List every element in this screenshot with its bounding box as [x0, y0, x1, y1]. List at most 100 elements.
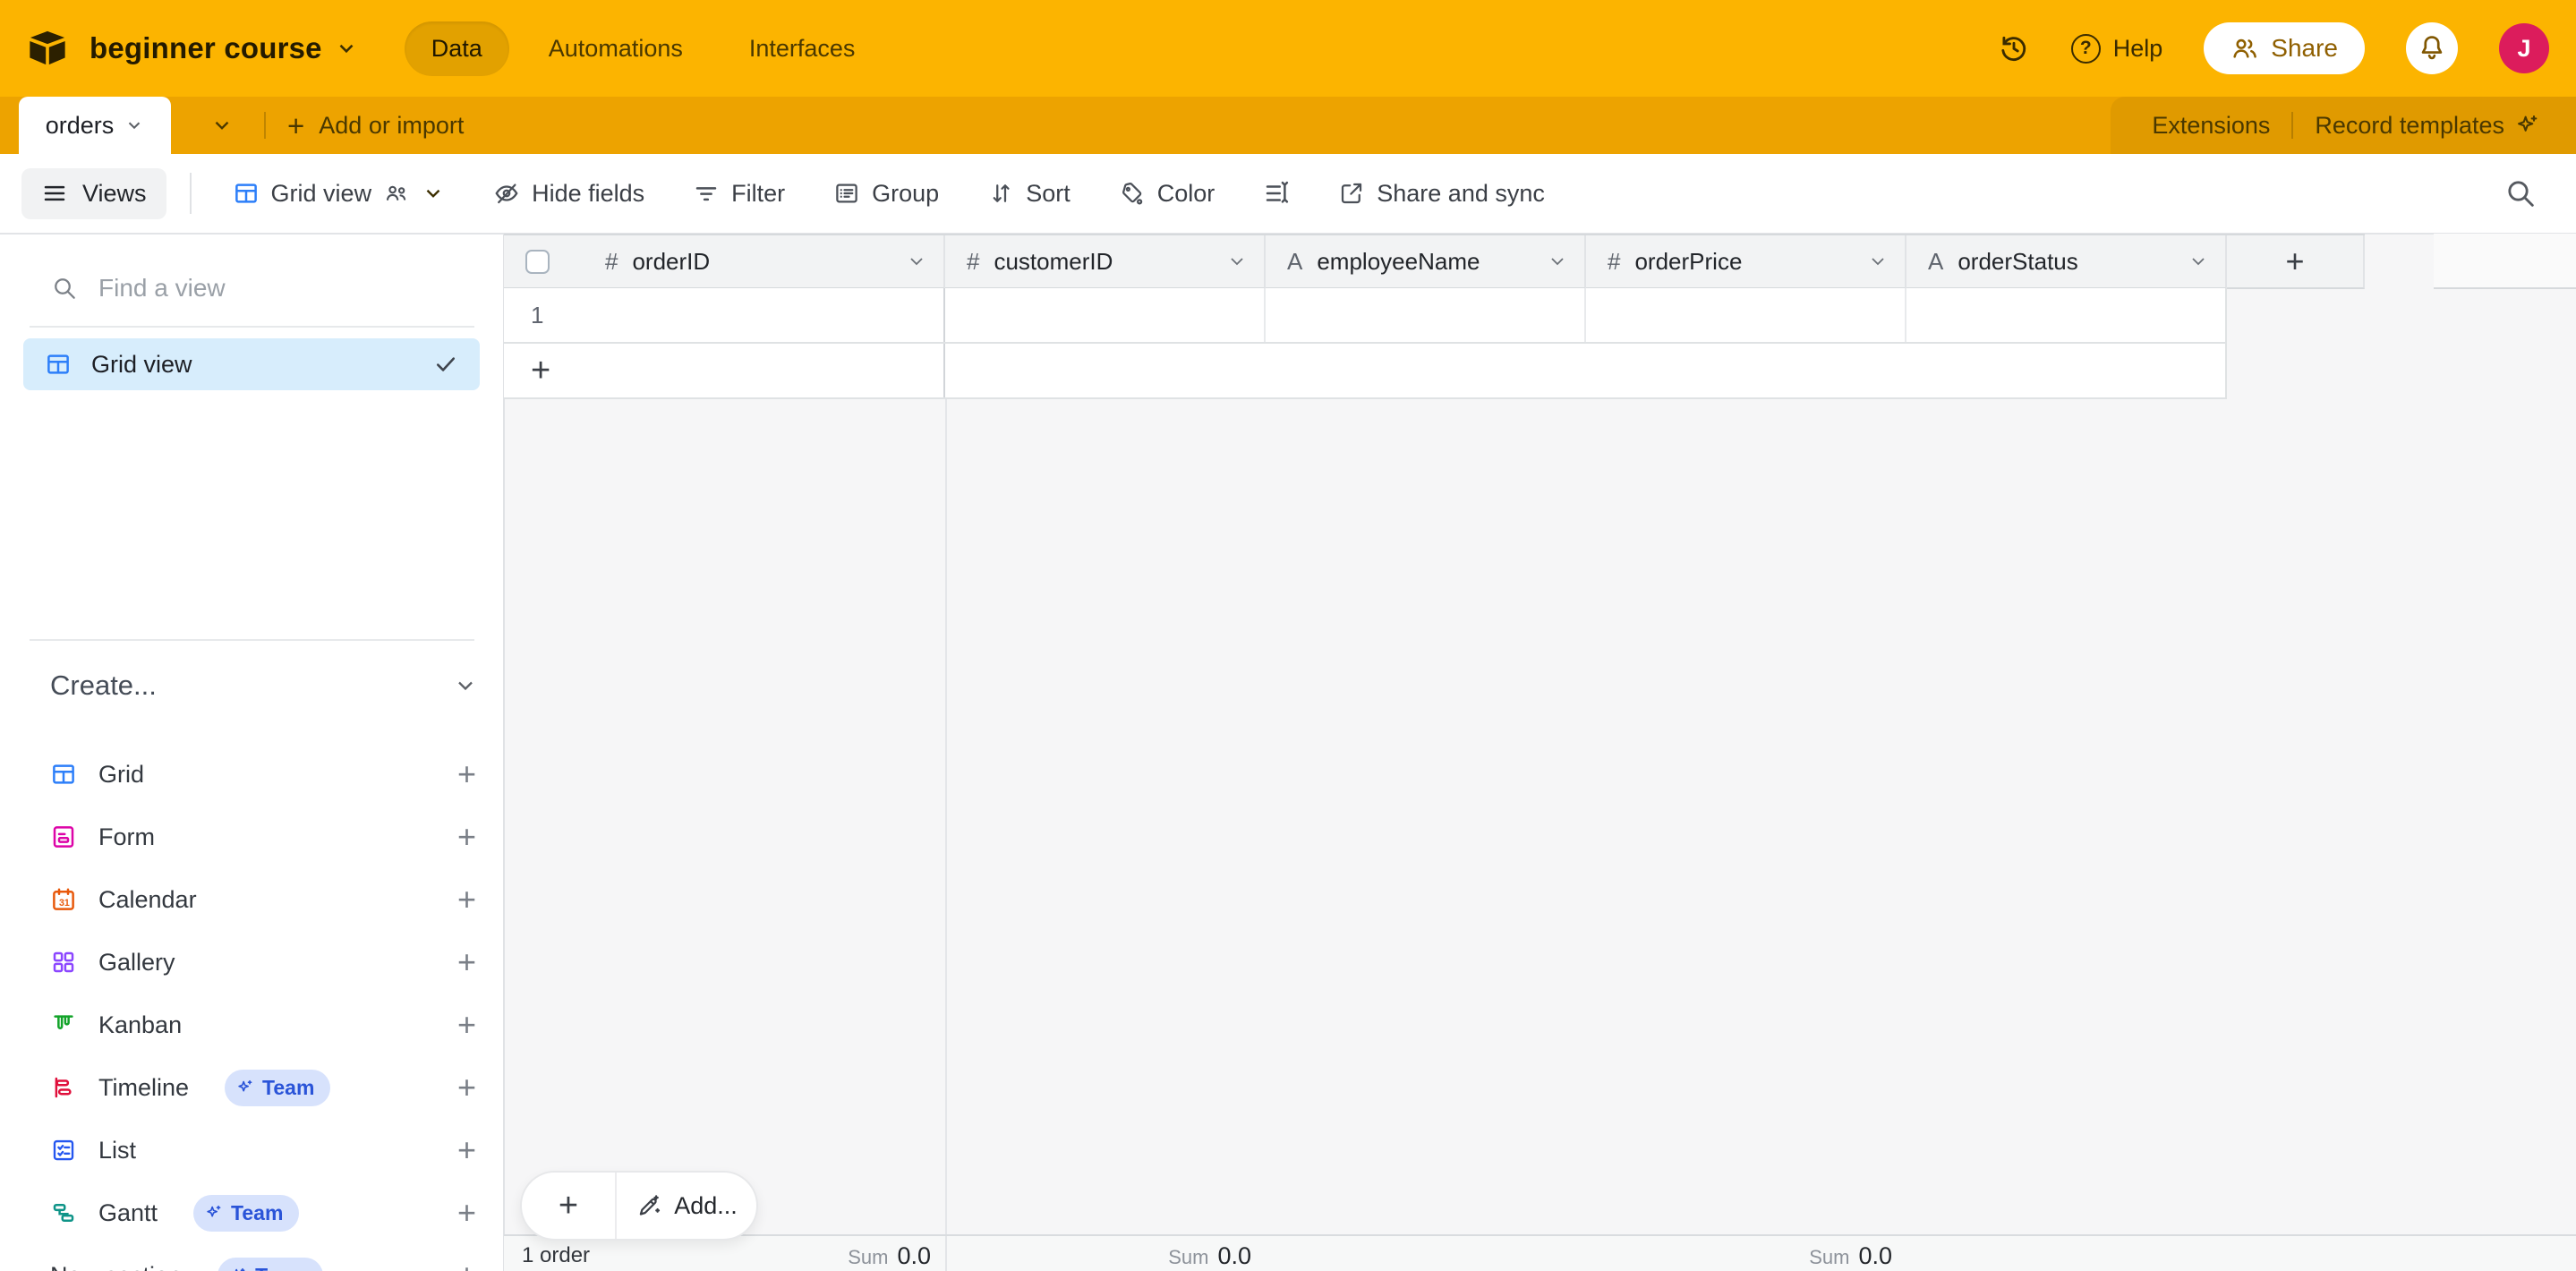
grid-header-row: # orderID # customerID A employeeName # …: [504, 234, 2365, 289]
create-item-list[interactable]: List +: [0, 1119, 503, 1181]
column-header-customerid[interactable]: # customerID: [945, 235, 1266, 289]
table-tab-orders[interactable]: orders: [19, 97, 171, 154]
create-view-list: Grid + Form + 31 Calendar +: [0, 743, 503, 1271]
add-or-import-button[interactable]: + Add or import: [287, 111, 464, 141]
add-row[interactable]: +: [504, 344, 2227, 399]
cell-employeename[interactable]: [1266, 288, 1586, 342]
history-button[interactable]: [1998, 32, 2030, 64]
create-item-new-section[interactable]: New section Team +: [0, 1244, 503, 1271]
add-view-button[interactable]: +: [457, 946, 476, 978]
tab-automations[interactable]: Automations: [522, 21, 710, 76]
share-button[interactable]: Share: [2204, 22, 2365, 74]
color-button[interactable]: Color: [1101, 169, 1233, 218]
add-record-button[interactable]: +: [522, 1173, 617, 1239]
add-view-button[interactable]: +: [457, 1009, 476, 1041]
views-sidebar: Find a view Grid view Create... Grid +: [0, 235, 503, 1271]
add-section-button[interactable]: +: [457, 1259, 476, 1271]
search-button[interactable]: [2503, 175, 2538, 216]
sort-button[interactable]: Sort: [969, 169, 1088, 218]
select-all-checkbox[interactable]: [525, 250, 550, 274]
add-row-cell[interactable]: [945, 344, 1266, 397]
chevron-down-icon[interactable]: [2188, 251, 2209, 272]
chevron-down-icon[interactable]: [1547, 251, 1568, 272]
tab-interfaces[interactable]: Interfaces: [722, 21, 883, 76]
sum-label: Sum: [1809, 1246, 1849, 1269]
create-item-form[interactable]: Form +: [0, 806, 503, 868]
column-header-orderid[interactable]: # orderID: [504, 235, 945, 289]
add-view-button[interactable]: +: [457, 758, 476, 790]
create-item-calendar[interactable]: 31 Calendar +: [0, 868, 503, 931]
summary-customerid[interactable]: Sum 0.0: [1168, 1242, 1251, 1270]
user-avatar[interactable]: J: [2499, 23, 2549, 73]
add-field-button[interactable]: +: [2227, 235, 2365, 289]
calendar-view-icon: 31: [50, 886, 77, 913]
row-number-cell[interactable]: 1: [504, 288, 945, 342]
find-view-input[interactable]: Find a view: [0, 235, 503, 303]
share-and-sync-button[interactable]: Share and sync: [1320, 169, 1563, 218]
plus-icon: +: [531, 354, 550, 388]
avatar-initial: J: [2517, 35, 2530, 63]
create-section-header[interactable]: Create...: [50, 670, 478, 702]
column-header-employeename[interactable]: A employeeName: [1266, 235, 1586, 289]
gantt-view-icon: [50, 1199, 77, 1226]
table-tabs-bar: orders + Add or import Extensions Record…: [0, 97, 2576, 154]
add-view-button[interactable]: +: [457, 883, 476, 916]
extensions-button[interactable]: Extensions: [2152, 112, 2270, 140]
add-row-plus-cell[interactable]: +: [504, 344, 945, 397]
summary-orderprice[interactable]: Sum 0.0: [1809, 1242, 1892, 1270]
notifications-button[interactable]: [2406, 22, 2458, 74]
form-view-icon: [50, 823, 77, 850]
row-height-icon: [1263, 180, 1290, 207]
help-icon: ?: [2071, 34, 2101, 64]
chevron-down-icon[interactable]: [1867, 251, 1889, 272]
chevron-down-icon[interactable]: [1226, 251, 1248, 272]
cell-orderstatus[interactable]: [1906, 288, 2227, 342]
tables-list-dropdown[interactable]: [201, 114, 243, 137]
column-header-orderprice[interactable]: # orderPrice: [1586, 235, 1906, 289]
team-badge-label: Team: [231, 1201, 283, 1225]
grid-footer: 1 order Sum 0.0 Sum 0.0 Sum 0.0: [504, 1234, 2576, 1271]
add-view-button[interactable]: +: [457, 1134, 476, 1166]
create-item-grid[interactable]: Grid +: [0, 743, 503, 806]
add-ai-button[interactable]: Add...: [617, 1173, 756, 1239]
chevron-down-icon[interactable]: [906, 251, 927, 272]
create-item-kanban[interactable]: Kanban +: [0, 994, 503, 1056]
create-item-gallery[interactable]: Gallery +: [0, 931, 503, 994]
create-item-gantt[interactable]: Gantt Team +: [0, 1181, 503, 1244]
checkmark-icon: [433, 352, 458, 377]
add-row-cell[interactable]: [1586, 344, 1906, 397]
create-item-timeline[interactable]: Timeline Team +: [0, 1056, 503, 1119]
cell-customerid[interactable]: [945, 288, 1266, 342]
filter-button[interactable]: Filter: [675, 169, 803, 218]
summary-orderid[interactable]: Sum 0.0: [848, 1242, 931, 1270]
cell-orderprice[interactable]: [1586, 288, 1906, 342]
row-height-button[interactable]: [1245, 169, 1308, 218]
current-view-button[interactable]: Grid view: [215, 169, 464, 218]
create-item-label: List: [98, 1137, 136, 1164]
add-row-cell[interactable]: [1266, 344, 1586, 397]
menu-icon: [41, 180, 68, 207]
group-button[interactable]: Group: [815, 169, 957, 218]
add-view-button[interactable]: +: [457, 1197, 476, 1229]
views-toggle-button[interactable]: Views: [21, 168, 166, 219]
hide-fields-button[interactable]: Hide fields: [475, 169, 662, 218]
sparkle-icon: [235, 1078, 255, 1097]
list-view-icon: [50, 1137, 77, 1164]
tab-data[interactable]: Data: [405, 21, 509, 76]
sort-label: Sort: [1026, 180, 1070, 208]
team-badge: Team: [193, 1195, 299, 1232]
group-icon: [833, 180, 860, 207]
workspace-title-dropdown[interactable]: beginner course: [90, 31, 358, 65]
add-view-button[interactable]: +: [457, 821, 476, 853]
divider: [30, 639, 474, 641]
add-view-button[interactable]: +: [457, 1071, 476, 1104]
record-templates-button[interactable]: Record templates: [2315, 112, 2504, 140]
chevron-down-icon: [124, 115, 144, 135]
sidebar-view-grid-view[interactable]: Grid view: [23, 338, 480, 390]
chevron-down-icon: [422, 182, 445, 205]
add-row-cell[interactable]: [1906, 344, 2227, 397]
column-header-orderstatus[interactable]: A orderStatus: [1906, 235, 2227, 289]
help-button[interactable]: ? Help: [2071, 34, 2163, 64]
create-item-label: Gallery: [98, 949, 175, 977]
topbar-right: ? Help Share J: [1998, 22, 2549, 74]
